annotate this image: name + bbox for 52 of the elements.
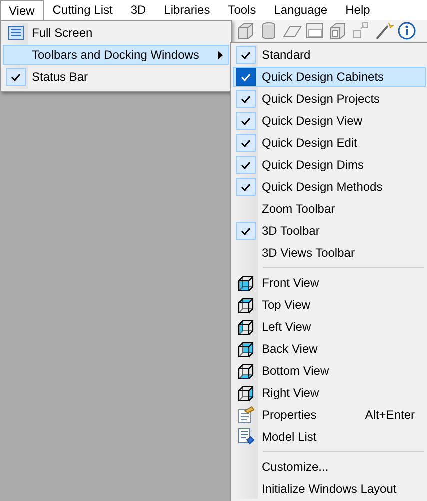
menu-item[interactable]: Initialize Windows Layout bbox=[233, 479, 426, 499]
menu-item[interactable]: Quick Design Projects bbox=[233, 89, 426, 109]
menu-item[interactable]: Left View bbox=[233, 317, 426, 337]
check-icon bbox=[241, 138, 251, 148]
check-icon bbox=[11, 72, 21, 82]
menu-item[interactable]: Tools bbox=[219, 0, 266, 20]
menu-item[interactable]: Quick Design Methods bbox=[233, 177, 426, 197]
menu-item[interactable]: Language bbox=[265, 0, 337, 20]
menu-item[interactable]: Quick Design Dims bbox=[233, 155, 426, 175]
menu-item[interactable]: Bottom View bbox=[233, 361, 426, 381]
check-icon bbox=[241, 182, 251, 192]
menu-item[interactable]: View bbox=[0, 0, 44, 20]
submenu-arrow-icon bbox=[218, 50, 223, 60]
menu-item[interactable]: Back View bbox=[233, 339, 426, 359]
menu-item[interactable]: Customize... bbox=[233, 457, 426, 477]
shortcut-text: Alt+Enter bbox=[365, 408, 415, 422]
cube-icon bbox=[237, 318, 255, 336]
wand-icon bbox=[374, 21, 394, 41]
check-icon bbox=[241, 72, 251, 82]
menu-item[interactable]: Standard bbox=[233, 45, 426, 65]
menu-item[interactable]: Quick Design Edit bbox=[233, 133, 426, 153]
menu-item[interactable]: Quick Design Cabinets bbox=[233, 67, 426, 87]
cube-icon bbox=[237, 274, 255, 292]
menu-item[interactable]: Toolbars and Docking Windows bbox=[3, 45, 229, 65]
menu-item[interactable]: Help bbox=[336, 0, 380, 20]
cube-icon bbox=[237, 296, 255, 314]
menu-item[interactable]: Model List bbox=[233, 427, 426, 447]
menu-item[interactable]: Full Screen bbox=[3, 23, 229, 43]
menu-item[interactable]: Top View bbox=[233, 295, 426, 315]
screen-icon bbox=[8, 26, 24, 40]
menu-item[interactable]: Front View bbox=[233, 273, 426, 293]
check-icon bbox=[241, 160, 251, 170]
menu-item[interactable]: Right View bbox=[233, 383, 426, 403]
menu-item[interactable]: Libraries bbox=[155, 0, 220, 20]
box-icon bbox=[236, 21, 256, 41]
menu-item[interactable]: Cutting List bbox=[44, 0, 122, 20]
check-icon bbox=[241, 116, 251, 126]
list-icon bbox=[237, 428, 255, 446]
cube-icon bbox=[237, 384, 255, 402]
properties-icon bbox=[237, 406, 255, 424]
cube-icon bbox=[237, 340, 255, 358]
menu-item[interactable]: Status Bar bbox=[3, 67, 229, 87]
menu-item[interactable]: 3D bbox=[122, 0, 156, 20]
menu-item[interactable]: Zoom Toolbar bbox=[233, 199, 426, 219]
check-icon bbox=[241, 94, 251, 104]
menu-item[interactable]: Properties Alt+Enter bbox=[233, 405, 426, 425]
menu-item[interactable]: 3D Toolbar bbox=[233, 221, 426, 241]
cube-icon bbox=[237, 362, 255, 380]
menu-item[interactable]: 3D Views Toolbar bbox=[233, 243, 426, 263]
check-icon bbox=[241, 50, 251, 60]
menu-item[interactable]: Quick Design View bbox=[233, 111, 426, 131]
check-icon bbox=[241, 226, 251, 236]
